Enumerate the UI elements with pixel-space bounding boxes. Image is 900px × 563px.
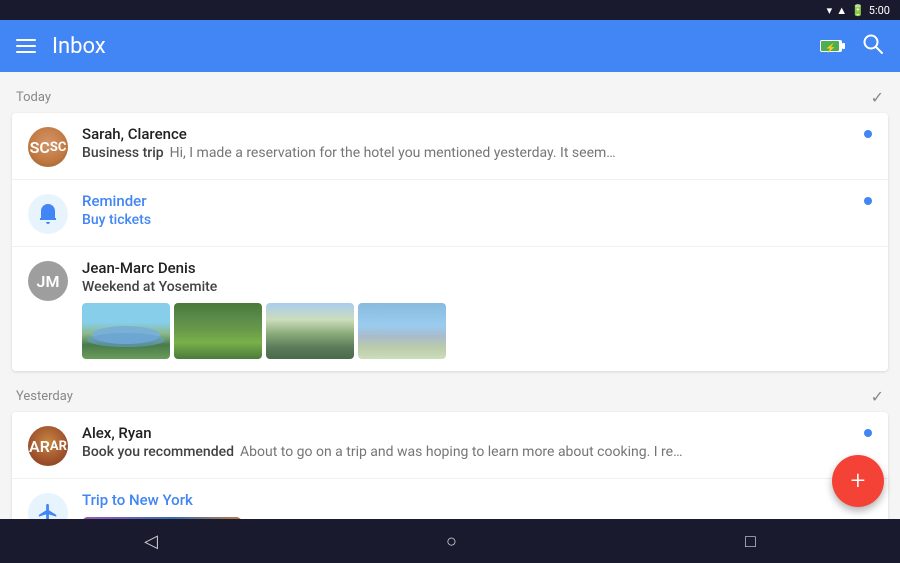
section-done-icon-today[interactable]: ✓ [871, 88, 884, 107]
status-icons: ▾ ▲ 🔋 5:00 [827, 4, 890, 17]
email-header-jean: Jean-Marc Denis [82, 259, 872, 277]
sender-alex: Alex, Ryan [82, 424, 152, 442]
inbox-content: Today ✓ SC Sarah, Clarence Business trip… [0, 72, 900, 519]
avatar-jean: JM [28, 261, 68, 301]
email-header-reminder: Reminder [82, 192, 872, 210]
sender-trip: Trip to New York [82, 491, 193, 509]
subject-alex: Book you recommended [82, 444, 234, 460]
section-yesterday: Yesterday ✓ AR Alex, Ryan Book you recom… [12, 379, 888, 519]
email-row-trip[interactable]: Trip to New York Trip to New York June 1… [12, 479, 888, 519]
email-subject-reminder: Buy tickets [82, 212, 872, 228]
status-bar: ▾ ▲ 🔋 5:00 [0, 0, 900, 20]
today-card: SC Sarah, Clarence Business trip Hi, I m… [12, 113, 888, 371]
subject-jean: Weekend at Yosemite [82, 279, 217, 295]
email-content-jean: Jean-Marc Denis Weekend at Yosemite [82, 259, 872, 359]
bundle-dot-reminder [864, 197, 872, 205]
avatar-trip [28, 493, 68, 519]
email-header-alex: Alex, Ryan [82, 424, 872, 442]
avatar-reminder [28, 194, 68, 234]
section-done-icon-yesterday[interactable]: ✓ [871, 387, 884, 406]
back-button[interactable]: ◁ [144, 531, 158, 552]
battery-charging-icon: ⚡ [820, 38, 846, 54]
bottom-nav: ◁ ○ □ [0, 519, 900, 563]
app-bar-right: ⚡ [820, 33, 884, 60]
email-subject-jean: Weekend at Yosemite [82, 279, 872, 295]
signal-icon: ▲ [836, 4, 847, 17]
avatar-sarah: SC [28, 127, 68, 167]
wifi-icon: ▾ [827, 4, 833, 17]
bundle-dot-sarah [864, 130, 872, 138]
yosemite-thumb-3 [266, 303, 354, 359]
fab-icon: + [851, 468, 866, 494]
preview-sarah: Hi, I made a reservation for the hotel y… [170, 145, 620, 161]
email-content-sarah: Sarah, Clarence Business trip Hi, I made… [82, 125, 872, 161]
email-content-trip: Trip to New York Trip to New York June 1… [82, 491, 872, 519]
email-row-jean[interactable]: JM Jean-Marc Denis Weekend at Yosemite [12, 247, 888, 371]
section-label-today: Today [16, 90, 51, 105]
time-display: 5:00 [869, 4, 890, 17]
svg-text:⚡: ⚡ [825, 42, 836, 54]
preview-alex: About to go on a trip and was hoping to … [240, 444, 690, 460]
yesterday-card: AR Alex, Ryan Book you recommended About… [12, 412, 888, 519]
app-bar-left: Inbox [16, 34, 106, 59]
email-content-reminder: Reminder Buy tickets [82, 192, 872, 228]
subject-reminder: Buy tickets [82, 212, 151, 228]
email-content-alex: Alex, Ryan Book you recommended About to… [82, 424, 872, 460]
app-title: Inbox [52, 34, 106, 59]
menu-button[interactable] [16, 39, 36, 53]
section-label-yesterday: Yesterday [16, 389, 73, 404]
email-subject-alex: Book you recommended About to go on a tr… [82, 444, 872, 460]
email-subject-sarah: Business trip Hi, I made a reservation f… [82, 145, 872, 161]
subject-sarah: Business trip [82, 145, 164, 161]
email-header-trip: Trip to New York [82, 491, 872, 509]
compose-fab[interactable]: + [832, 455, 884, 507]
yosemite-image-strip [82, 303, 872, 359]
yosemite-thumb-2 [174, 303, 262, 359]
bundle-dot-alex [864, 429, 872, 437]
email-row-sarah[interactable]: SC Sarah, Clarence Business trip Hi, I m… [12, 113, 888, 180]
recents-button[interactable]: □ [745, 531, 756, 552]
search-button[interactable] [862, 33, 884, 60]
home-button[interactable]: ○ [446, 531, 457, 552]
section-header-yesterday: Yesterday ✓ [12, 379, 888, 412]
sender-sarah: Sarah, Clarence [82, 125, 187, 143]
section-today: Today ✓ SC Sarah, Clarence Business trip… [12, 80, 888, 371]
sender-jean: Jean-Marc Denis [82, 259, 196, 277]
battery-icon: 🔋 [851, 4, 865, 17]
yosemite-thumb-4 [358, 303, 446, 359]
email-header-sarah: Sarah, Clarence [82, 125, 872, 143]
avatar-alex: AR [28, 426, 68, 466]
email-row-reminder[interactable]: Reminder Buy tickets [12, 180, 888, 247]
yosemite-thumb-1 [82, 303, 170, 359]
email-row-alex[interactable]: AR Alex, Ryan Book you recommended About… [12, 412, 888, 479]
sender-reminder: Reminder [82, 192, 147, 210]
app-bar: Inbox ⚡ [0, 20, 900, 72]
section-header-today: Today ✓ [12, 80, 888, 113]
